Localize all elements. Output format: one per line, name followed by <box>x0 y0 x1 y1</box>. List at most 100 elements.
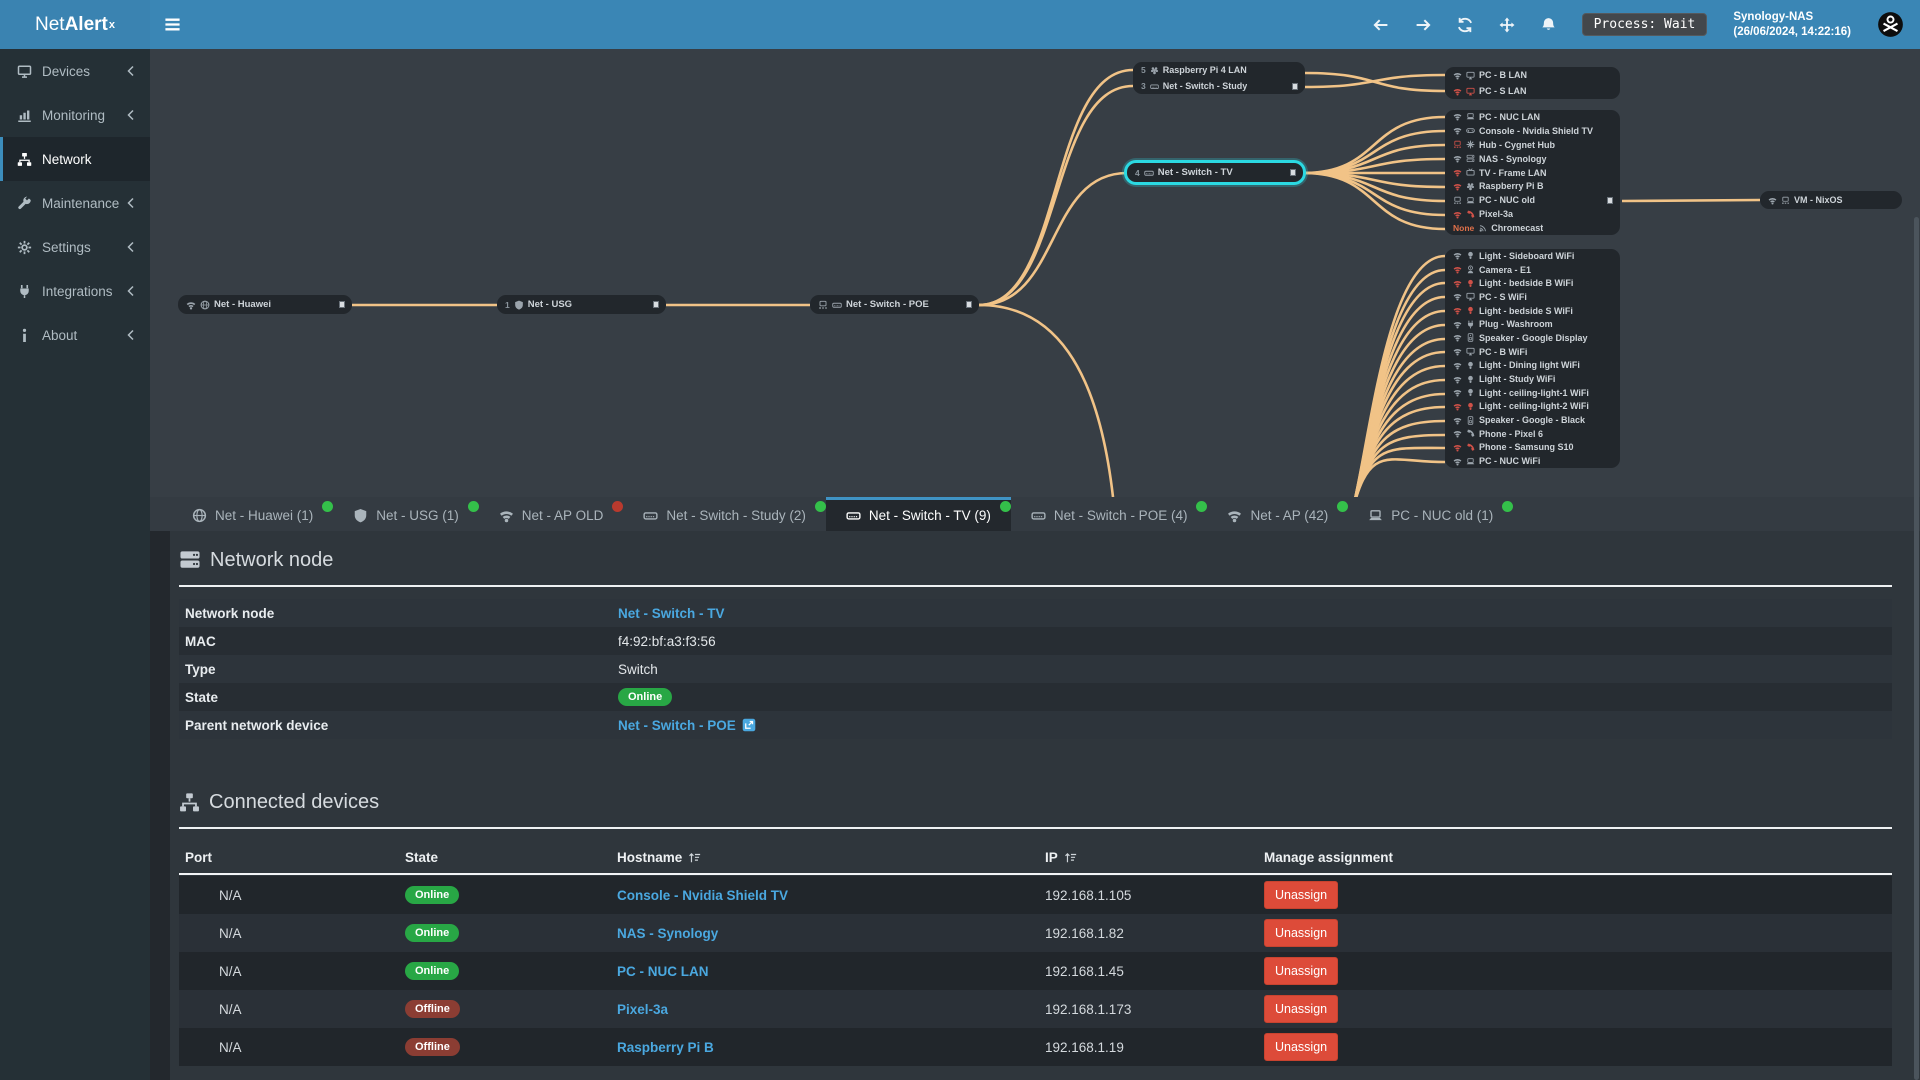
device-row[interactable]: PC - S LAN <box>1445 83 1620 99</box>
sidebar-item-network[interactable]: Network <box>0 137 150 181</box>
device-row[interactable]: Raspberry Pi B <box>1445 179 1620 193</box>
device-row[interactable]: 3 Net - Switch - Study <box>1133 78 1305 94</box>
diagram-node-net-switch-poe[interactable]: Net - Switch - POE <box>810 295 979 314</box>
tab-net-switch-poe-4[interactable]: Net - Switch - POE (4) <box>1011 497 1208 531</box>
device-row[interactable]: Console - Nvidia Shield TV <box>1445 124 1620 138</box>
page-scrollbar[interactable] <box>1914 217 1919 1080</box>
node-link[interactable]: Net - Switch - TV <box>618 606 725 621</box>
device-row[interactable]: 4 Net - Switch - TV <box>1127 163 1303 182</box>
hostname-link[interactable]: Raspberry Pi B <box>617 1040 714 1055</box>
device-row[interactable]: Light - Sideboard WiFi <box>1445 249 1620 263</box>
device-row[interactable]: None Chromecast <box>1445 221 1620 235</box>
device-row[interactable]: Speaker - Google Display <box>1445 331 1620 345</box>
device-row[interactable]: PC - S WiFi <box>1445 290 1620 304</box>
sitemap-icon <box>179 792 200 813</box>
hostname-link[interactable]: PC - NUC LAN <box>617 964 709 979</box>
device-row[interactable]: NAS - Synology <box>1445 152 1620 166</box>
move-pan-icon[interactable] <box>1499 17 1515 33</box>
device-row[interactable]: Light - Study WiFi <box>1445 372 1620 386</box>
diagram-node-net-huawei[interactable]: Net - Huawei <box>178 295 352 314</box>
device-row[interactable]: Plug - Washroom <box>1445 317 1620 331</box>
tab-net-ap-42[interactable]: Net - AP (42) <box>1207 497 1349 531</box>
unassign-button[interactable]: Unassign <box>1264 957 1339 985</box>
unassign-button[interactable]: Unassign <box>1264 1033 1339 1061</box>
device-row[interactable]: Phone - Pixel 6 <box>1445 427 1620 441</box>
diagram-node-tv-devices[interactable]: PC - NUC LAN Console - Nvidia Shield TV Hu… <box>1445 110 1620 236</box>
external-link-icon[interactable] <box>742 718 756 732</box>
hostname-link[interactable]: Pixel-3a <box>617 1002 668 1017</box>
device-row[interactable]: PC - B WiFi <box>1445 345 1620 359</box>
tab-net-usg-1[interactable]: Net - USG (1) <box>333 497 479 531</box>
tab-pc-nuc-old-1[interactable]: PC - NUC old (1) <box>1348 497 1514 531</box>
sidebar-item-about[interactable]: About <box>0 313 150 357</box>
parent-node-link[interactable]: Net - Switch - POE <box>618 718 736 733</box>
sidebar-item-devices[interactable]: Devices <box>0 49 150 93</box>
detail-label: Parent network device <box>185 717 329 733</box>
device-row[interactable]: Light - ceiling-light-2 WiFi <box>1445 400 1620 414</box>
tab-net-switch-tv-9[interactable]: Net - Switch - TV (9) <box>825 497 1011 531</box>
device-row[interactable]: Light - bedside B WiFi <box>1445 276 1620 290</box>
sidebar-item-monitoring[interactable]: Monitoring <box>0 93 150 137</box>
tab-net-switch-study-2[interactable]: Net - Switch - Study (2) <box>623 497 826 531</box>
device-row[interactable]: PC - NUC old <box>1445 193 1620 207</box>
column-header-ip[interactable]: IP <box>1045 850 1264 865</box>
wifi-icon <box>1453 333 1462 343</box>
sort-icon[interactable] <box>1064 851 1077 864</box>
sidebar-toggle-hamburger-icon[interactable] <box>164 16 181 33</box>
refresh-icon[interactable] <box>1457 17 1473 33</box>
sort-icon[interactable] <box>688 851 701 864</box>
diagram-node-wifi-devices[interactable]: Light - Sideboard WiFi Camera - E1 Light -… <box>1445 249 1620 468</box>
nav-forward-icon[interactable] <box>1415 17 1431 33</box>
unassign-button[interactable]: Unassign <box>1264 995 1339 1023</box>
unassign-button[interactable]: Unassign <box>1264 919 1339 947</box>
device-row[interactable]: PC - NUC LAN <box>1445 110 1620 124</box>
cell-manage: Unassign <box>1264 995 1892 1023</box>
device-row[interactable]: Net - Huawei <box>178 295 352 314</box>
device-row[interactable]: Speaker - Google - Black <box>1445 413 1620 427</box>
sidebar-item-integrations[interactable]: Integrations <box>0 269 150 313</box>
device-row[interactable]: Pixel-3a <box>1445 207 1620 221</box>
tab-net-huawei-1[interactable]: Net - Huawei (1) <box>172 497 334 531</box>
table-header-divider <box>179 873 1892 875</box>
diagram-node-pc-lan-box[interactable]: PC - B LAN PC - S LAN <box>1445 67 1620 99</box>
device-row[interactable]: 1 Net - USG <box>497 295 666 314</box>
unassign-button[interactable]: Unassign <box>1264 881 1339 909</box>
wifi-icon <box>1453 126 1462 135</box>
notifications-bell-icon[interactable] <box>1541 17 1556 32</box>
diagram-node-net-usg[interactable]: 1 Net - USG <box>497 295 666 314</box>
device-row[interactable]: VM - NixOS <box>1760 191 1902 209</box>
cell-hostname: NAS - Synology <box>617 926 1045 941</box>
column-header-hostname[interactable]: Hostname <box>617 850 1045 865</box>
monitor-icon-glyph <box>1466 71 1475 79</box>
cell-state: Online <box>405 962 617 980</box>
device-row[interactable]: Light - ceiling-light-1 WiFi <box>1445 386 1620 400</box>
detail-value: f4:92:bf:a3:f3:56 <box>618 633 716 649</box>
device-row[interactable]: PC - NUC WiFi <box>1445 454 1620 468</box>
hostname-link[interactable]: Console - Nvidia Shield TV <box>617 888 788 903</box>
sidebar-item-settings[interactable]: Settings <box>0 225 150 269</box>
diagram-node-vm-nixos[interactable]: VM - NixOS <box>1760 191 1902 209</box>
app-logo[interactable]: Net Alert x <box>0 0 150 49</box>
network-topology-diagram[interactable]: Net - Huawei 1 Net - USG Net - Switch - POE… <box>150 49 1920 497</box>
nav-back-icon[interactable] <box>1373 17 1389 33</box>
diagram-node-net-switch-tv[interactable]: 4 Net - Switch - TV <box>1127 163 1303 182</box>
cell-state: Online <box>405 886 617 904</box>
tab-status-dot <box>999 501 1011 512</box>
device-row[interactable]: 5 Raspberry Pi 4 LAN <box>1133 62 1305 78</box>
device-row[interactable]: Camera - E1 <box>1445 263 1620 277</box>
device-row[interactable]: Net - Switch - POE <box>810 295 979 314</box>
diagram-node-study-box[interactable]: 5 Raspberry Pi 4 LAN 3 Net - Switch - Study <box>1133 62 1305 94</box>
tab-net-ap-old[interactable]: Net - AP OLD <box>479 497 624 531</box>
sidebar: Devices Monitoring Network Maintenance S… <box>0 49 150 1080</box>
user-avatar[interactable] <box>1877 11 1904 38</box>
sidebar-item-maintenance[interactable]: Maintenance <box>0 181 150 225</box>
device-row[interactable]: Light - bedside S WiFi <box>1445 304 1620 318</box>
sidebar-toggle-hamburger-icon-glyph <box>165 18 180 31</box>
device-row[interactable]: Hub - Cygnet Hub <box>1445 138 1620 152</box>
device-row[interactable]: PC - B LAN <box>1445 67 1620 83</box>
device-row[interactable]: Light - Dining light WiFi <box>1445 359 1620 373</box>
hostname-link[interactable]: NAS - Synology <box>617 926 718 941</box>
chevron-left-icon <box>125 109 137 121</box>
device-row[interactable]: TV - Frame LAN <box>1445 166 1620 180</box>
device-row[interactable]: Phone - Samsung S10 <box>1445 441 1620 455</box>
